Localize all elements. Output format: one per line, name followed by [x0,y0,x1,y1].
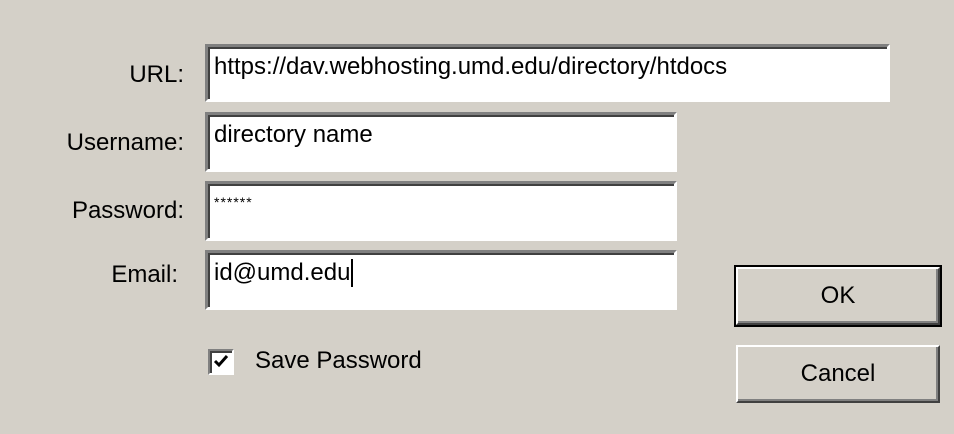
email-label: Email: [111,261,178,288]
username-label: Username: [66,129,184,156]
username-input-value: directory name [214,121,373,148]
save-password-label[interactable]: Save Password [255,346,422,376]
url-input[interactable]: https://dav.webhosting.umd.edu/directory… [205,44,890,102]
username-input[interactable]: directory name [205,112,677,172]
password-input-value: ****** [214,194,253,210]
checkmark-icon [213,355,229,368]
email-input[interactable]: id@umd.edu [205,250,677,310]
text-caret [351,259,354,287]
password-label: Password: [71,197,184,224]
cancel-button[interactable]: Cancel [736,345,940,403]
webdav-connection-dialog: URL: https://dav.webhosting.umd.edu/dire… [0,0,954,434]
save-password-checkbox[interactable] [208,349,234,375]
url-input-value: https://dav.webhosting.umd.edu/directory… [214,53,728,80]
password-input[interactable]: ****** [205,181,677,241]
url-label: URL: [129,61,184,88]
email-input-value: id@umd.edu [214,259,351,286]
ok-button[interactable]: OK [734,265,942,327]
